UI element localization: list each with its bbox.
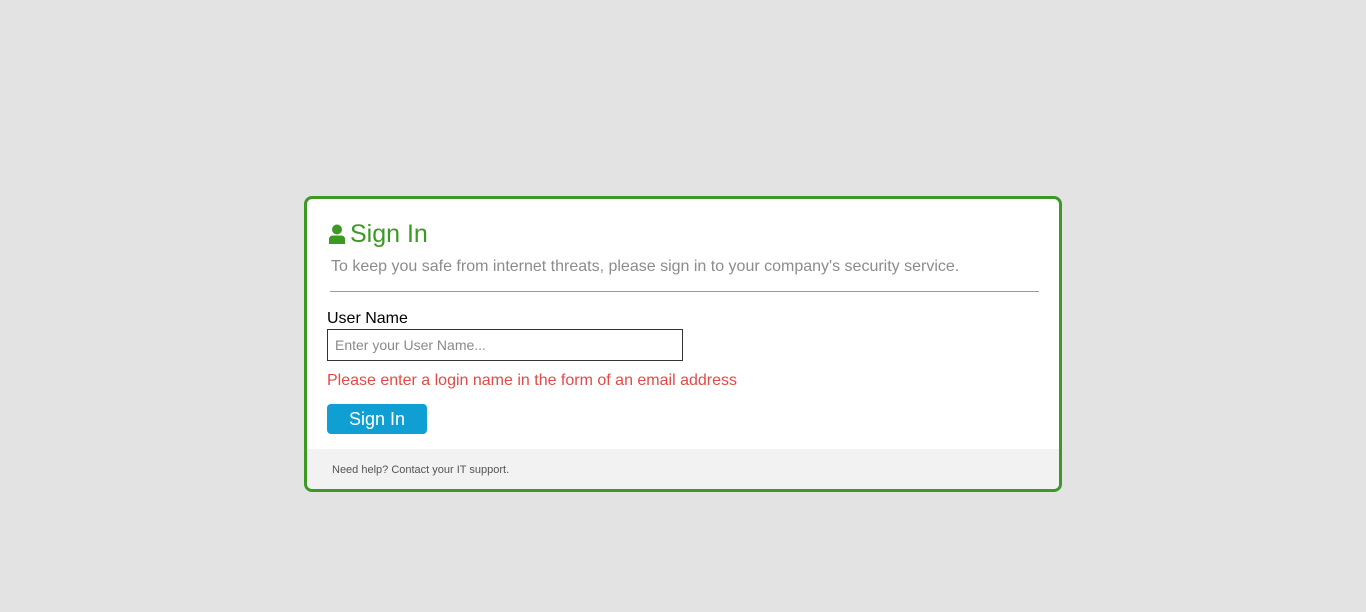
signin-card-body: Sign In To keep you safe from internet t… bbox=[307, 199, 1059, 449]
signin-footer: Need help? Contact your IT support. bbox=[307, 449, 1059, 489]
signin-header: Sign In bbox=[328, 219, 428, 249]
help-text: Need help? Contact your IT support. bbox=[332, 464, 510, 476]
error-message: Please enter a login name in the form of… bbox=[327, 372, 738, 389]
username-label: User Name bbox=[327, 310, 408, 327]
signin-subtitle: To keep you safe from internet threats, … bbox=[331, 258, 960, 275]
username-input[interactable] bbox=[327, 329, 683, 361]
divider bbox=[330, 291, 1039, 292]
page-title: Sign In bbox=[350, 220, 428, 248]
sign-in-button[interactable]: Sign In bbox=[327, 404, 427, 434]
signin-card: Sign In To keep you safe from internet t… bbox=[304, 196, 1062, 492]
user-icon bbox=[328, 224, 346, 244]
